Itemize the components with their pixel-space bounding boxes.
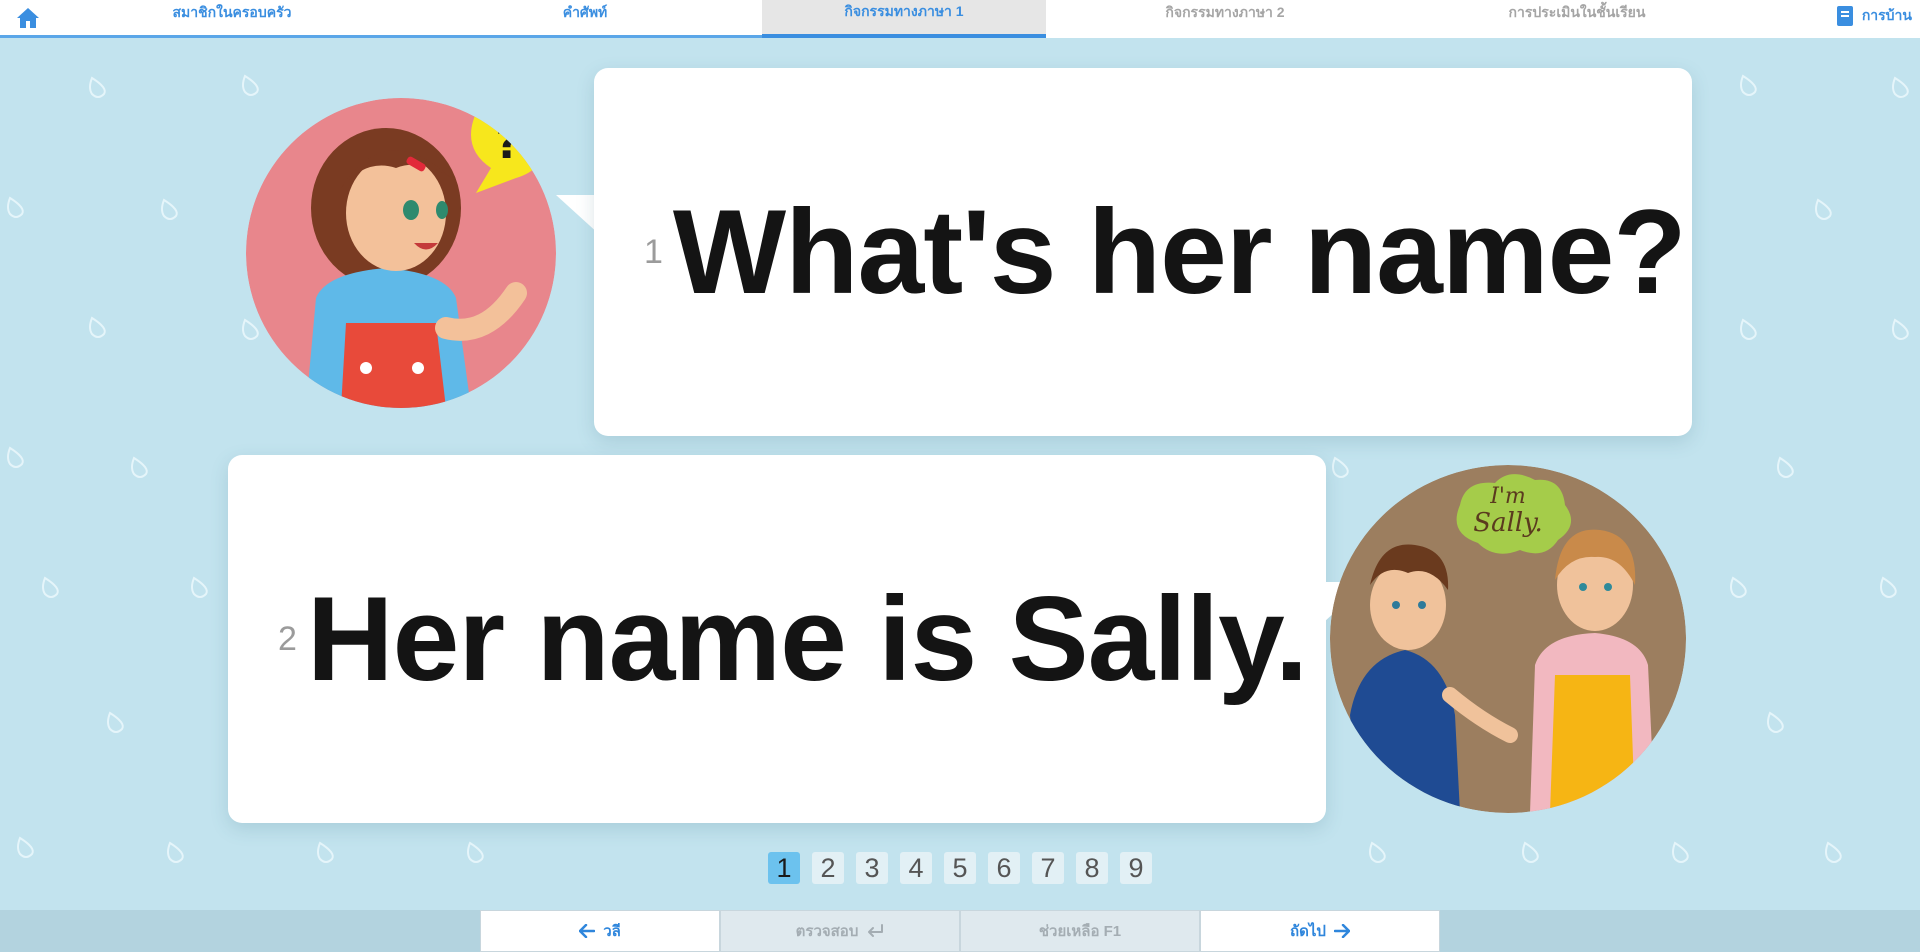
home-icon <box>17 7 39 28</box>
page-button-7[interactable]: 7 <box>1032 852 1064 884</box>
book-icon <box>1836 6 1853 26</box>
page-button-8[interactable]: 8 <box>1076 852 1108 884</box>
control-bar: วลี ตรวจสอบ ช่วยเหลือ F1 ถัดไป <box>480 910 1440 952</box>
answer-bubble: 2 Her name is Sally. <box>228 455 1326 823</box>
boy-and-sally-avatar: I'm Sally. <box>1330 465 1686 813</box>
page-selector: 123456789 <box>768 852 1152 884</box>
tab-classroom-assessment[interactable]: การประเมินในชั้นเรียน <box>1404 0 1750 38</box>
next-label: ถัดไป <box>1290 923 1326 940</box>
next-button[interactable]: ถัดไป <box>1200 910 1440 952</box>
girl-avatar: ? <box>246 98 556 408</box>
check-button[interactable]: ตรวจสอบ <box>720 910 960 952</box>
question-mark-badge: ? <box>495 118 521 169</box>
back-button[interactable]: วลี <box>480 910 720 952</box>
help-button[interactable]: ช่วยเหลือ F1 <box>960 910 1200 952</box>
line-number: 2 <box>278 619 297 658</box>
home-button[interactable] <box>0 0 56 38</box>
top-navigation: สมาชิกในครอบครัว คำศัพท์ กิจกรรมทางภาษา … <box>0 0 1920 38</box>
page-button-4[interactable]: 4 <box>900 852 932 884</box>
enter-icon <box>868 924 884 937</box>
tab-vocabulary[interactable]: คำศัพท์ <box>408 0 762 38</box>
arrow-left-icon <box>579 924 596 938</box>
homework-label: การบ้าน <box>1861 7 1912 23</box>
back-label: วลี <box>603 923 621 940</box>
page-button-9[interactable]: 9 <box>1120 852 1152 884</box>
answer-sentence: Her name is Sally. <box>306 572 1308 706</box>
page-button-1[interactable]: 1 <box>768 852 800 884</box>
check-label: ตรวจสอบ <box>795 923 859 940</box>
tab-family-members[interactable]: สมาชิกในครอบครัว <box>56 0 408 38</box>
arrow-right-icon <box>1333 924 1350 938</box>
page-button-6[interactable]: 6 <box>988 852 1020 884</box>
page-button-5[interactable]: 5 <box>944 852 976 884</box>
question-bubble: 1 What's her name? <box>594 68 1692 436</box>
help-label: ช่วยเหลือ F1 <box>1038 923 1122 940</box>
svg-text:Sally.: Sally. <box>1473 508 1542 538</box>
question-sentence: What's her name? <box>672 185 1687 319</box>
tab-language-activity-1[interactable]: กิจกรรมทางภาษา 1 <box>762 0 1046 38</box>
line-number: 1 <box>644 232 663 271</box>
homework-button[interactable]: การบ้าน <box>1750 0 1920 38</box>
page-button-2[interactable]: 2 <box>812 852 844 884</box>
tab-language-activity-2[interactable]: กิจกรรมทางภาษา 2 <box>1046 0 1404 38</box>
im-sally-badge: I'm <box>1489 484 1526 509</box>
page-button-3[interactable]: 3 <box>856 852 888 884</box>
